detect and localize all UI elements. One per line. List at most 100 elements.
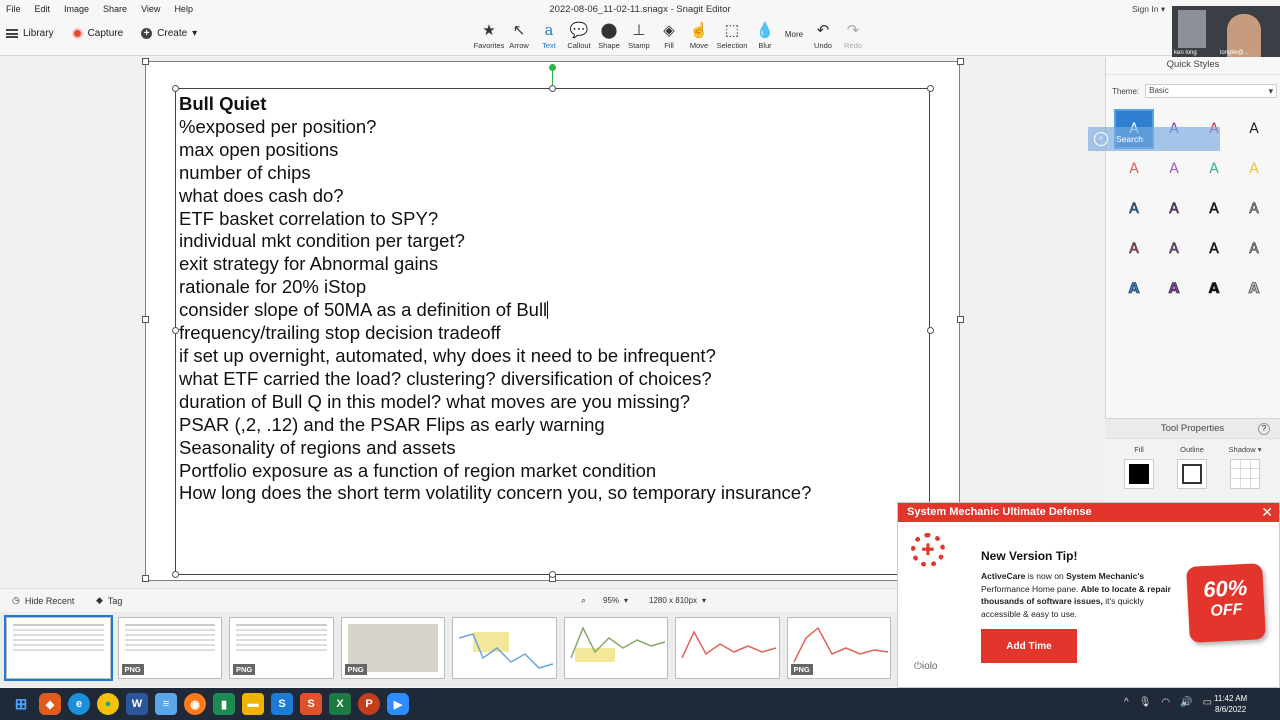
quick-style-swatch[interactable]: A bbox=[1194, 229, 1234, 269]
quick-style-swatch[interactable]: A bbox=[1234, 189, 1274, 229]
quick-style-swatch[interactable]: A bbox=[1194, 269, 1234, 309]
quick-style-swatch[interactable]: A bbox=[1154, 229, 1194, 269]
create-button[interactable]: + Create ▾ bbox=[141, 28, 197, 39]
tool-favorites[interactable]: ★ Favorites bbox=[474, 21, 505, 50]
tool-stamp[interactable]: ⊥ Stamp bbox=[624, 21, 654, 50]
tool-arrow[interactable]: ↖ Arrow bbox=[504, 21, 534, 50]
note-text[interactable]: Bull Quiet %exposed per position? max op… bbox=[179, 93, 919, 505]
capture-thumbnail[interactable]: PNG bbox=[340, 617, 445, 679]
resize-handle[interactable] bbox=[142, 58, 149, 65]
tool-callout[interactable]: 💬 Callout bbox=[564, 21, 594, 50]
tool-text[interactable]: a Text bbox=[534, 21, 564, 50]
textbox-handle[interactable] bbox=[549, 571, 556, 578]
capture-thumbnail[interactable] bbox=[563, 617, 668, 679]
quick-style-swatch[interactable]: A bbox=[1114, 149, 1154, 189]
zoom-app-icon[interactable]: ▶ bbox=[387, 693, 409, 715]
close-icon[interactable]: ✕ bbox=[1261, 503, 1273, 522]
help-icon[interactable]: ? bbox=[1258, 423, 1270, 435]
textbox-handle[interactable] bbox=[927, 327, 934, 334]
quick-style-swatch[interactable]: A bbox=[1194, 189, 1234, 229]
menu-help[interactable]: Help bbox=[174, 4, 193, 14]
menu-file[interactable]: File bbox=[6, 4, 21, 14]
quick-style-swatch[interactable]: A bbox=[1234, 109, 1274, 149]
resize-handle[interactable] bbox=[957, 58, 964, 65]
tool-undo[interactable]: ↶ Undo bbox=[808, 21, 838, 50]
quick-style-swatch[interactable]: A bbox=[1154, 189, 1194, 229]
battery-icon[interactable]: ▭ bbox=[1203, 697, 1212, 708]
resize-handle[interactable] bbox=[142, 316, 149, 323]
quick-style-swatch[interactable]: A bbox=[1114, 189, 1154, 229]
volume-icon[interactable]: 🔊 bbox=[1180, 697, 1192, 708]
tool-move[interactable]: ☝ Move bbox=[684, 21, 714, 50]
rotate-handle[interactable] bbox=[549, 64, 556, 71]
word-icon[interactable]: W bbox=[126, 693, 148, 715]
quick-style-swatch[interactable]: A bbox=[1114, 229, 1154, 269]
snagit-icon[interactable]: S bbox=[271, 693, 293, 715]
add-time-button[interactable]: Add Time bbox=[981, 629, 1077, 663]
sign-in-link[interactable]: Sign In ▾ bbox=[1132, 4, 1165, 15]
quick-style-swatch[interactable]: A bbox=[1234, 269, 1274, 309]
mic-icon[interactable]: 🎙 bbox=[1139, 697, 1152, 708]
chrome-icon[interactable]: ● bbox=[97, 693, 119, 715]
theme-dropdown[interactable]: Basic bbox=[1145, 84, 1278, 98]
tool-shape[interactable]: ⬤ Shape bbox=[594, 21, 624, 50]
menu-view[interactable]: View bbox=[141, 4, 160, 14]
textbox-handle[interactable] bbox=[172, 85, 179, 92]
floating-search-overlay[interactable]: ⌕ Search bbox=[1088, 127, 1220, 151]
capture-thumbnail[interactable]: PNG bbox=[117, 617, 222, 679]
textbox-handle[interactable] bbox=[172, 571, 179, 578]
tool-more[interactable]: More bbox=[780, 21, 808, 50]
quick-style-swatch[interactable]: A bbox=[1114, 269, 1154, 309]
chevron-up-icon[interactable]: ^ bbox=[1124, 697, 1129, 708]
fill-swatch[interactable] bbox=[1124, 459, 1154, 489]
firefox-icon[interactable]: ◉ bbox=[184, 693, 206, 715]
menu-share[interactable]: Share bbox=[103, 4, 127, 14]
textbox-handle[interactable] bbox=[927, 85, 934, 92]
capture-thumbnail[interactable]: PNG bbox=[786, 617, 891, 679]
snagit-editor-icon[interactable]: S bbox=[300, 693, 322, 715]
outline-property[interactable]: Outline bbox=[1170, 445, 1214, 489]
zoom-dropdown[interactable]: 95% ▾ bbox=[603, 596, 628, 605]
capture-thumbnail[interactable]: PNG bbox=[229, 617, 334, 679]
note-line: PSAR (,2, .12) and the PSAR Flips as ear… bbox=[179, 413, 605, 435]
outline-swatch[interactable] bbox=[1177, 459, 1207, 489]
quick-style-swatch[interactable]: A bbox=[1154, 149, 1194, 189]
powerpoint-icon[interactable]: P bbox=[358, 693, 380, 715]
tool-selection[interactable]: ⬚ Selection bbox=[714, 21, 750, 50]
tag-button[interactable]: ◆ Tag bbox=[96, 595, 122, 606]
quick-style-swatch[interactable]: A bbox=[1154, 269, 1194, 309]
wifi-icon[interactable]: ◠ bbox=[1161, 697, 1170, 708]
stocks-icon[interactable]: ▮ bbox=[213, 693, 235, 715]
brave-icon[interactable]: ◆ bbox=[39, 693, 61, 715]
shadow-grid[interactable] bbox=[1230, 459, 1260, 489]
dimensions-dropdown[interactable]: 1280 x 810px ▾ bbox=[649, 596, 706, 605]
menu-image[interactable]: Image bbox=[64, 4, 89, 14]
capture-thumbnail[interactable] bbox=[452, 617, 557, 679]
quick-style-swatch[interactable]: A bbox=[1234, 229, 1274, 269]
hide-recent-button[interactable]: ◷ Hide Recent bbox=[12, 595, 74, 606]
edge-icon[interactable]: e bbox=[68, 693, 90, 715]
windows-start-icon[interactable]: ⊞ bbox=[10, 693, 32, 715]
textbox-handle[interactable] bbox=[549, 85, 556, 92]
excel-icon[interactable]: X bbox=[329, 693, 351, 715]
shadow-property[interactable]: Shadow ▾ bbox=[1223, 445, 1267, 489]
notepad-icon[interactable]: ≡ bbox=[155, 693, 177, 715]
file-explorer-icon[interactable]: ▬ bbox=[242, 693, 264, 715]
quick-style-swatch[interactable]: A bbox=[1234, 149, 1274, 189]
library-button[interactable]: Library bbox=[6, 28, 54, 39]
tool-properties-panel: Tool Properties ? Fill Outline Shadow ▾ bbox=[1105, 418, 1280, 504]
quick-style-swatch[interactable]: A bbox=[1194, 149, 1234, 189]
zoom-icon[interactable]: ⌕ bbox=[581, 595, 586, 606]
fill-property[interactable]: Fill bbox=[1117, 445, 1161, 489]
menu-edit[interactable]: Edit bbox=[35, 4, 51, 14]
capture-thumbnail[interactable] bbox=[4, 615, 113, 681]
resize-handle[interactable] bbox=[957, 316, 964, 323]
tool-fill[interactable]: ◈ Fill bbox=[654, 21, 684, 50]
taskbar-clock[interactable]: 11:42 AM 8/6/2022 bbox=[1214, 693, 1247, 715]
capture-button[interactable]: Capture bbox=[71, 28, 123, 39]
textbox-handle[interactable] bbox=[172, 327, 179, 334]
tool-redo[interactable]: ↷ Redo bbox=[838, 21, 868, 50]
capture-thumbnail[interactable] bbox=[675, 617, 780, 679]
tool-blur[interactable]: 💧 Blur bbox=[750, 21, 780, 50]
resize-handle[interactable] bbox=[142, 575, 149, 582]
